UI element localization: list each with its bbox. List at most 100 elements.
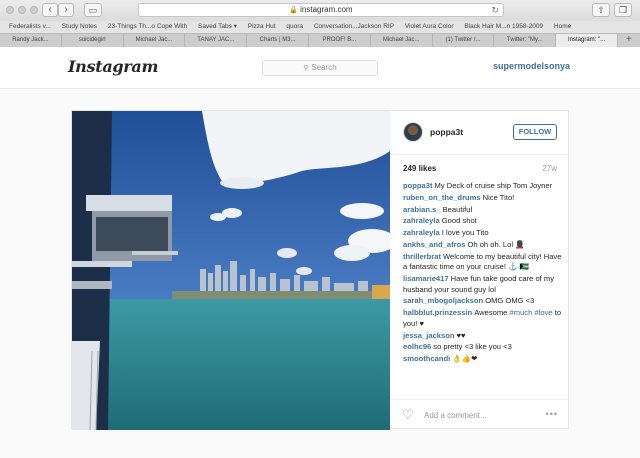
bookmark-item[interactable]: Violet Aura Color [405, 21, 454, 32]
comment-username[interactable]: eolhc96 [403, 342, 431, 351]
reload-icon[interactable]: ↻ [491, 4, 499, 16]
bookmark-item[interactable]: Saved Tabs ▾ [198, 21, 237, 32]
follow-button[interactable]: FOLLOW [513, 124, 557, 140]
comment-item: smoothcandi 👌👍❤ [403, 354, 563, 365]
comment-username[interactable]: thrillerbrat [403, 252, 441, 261]
browser-tab[interactable]: Randy Jack... [0, 34, 62, 47]
bookmark-item[interactable]: Federalists v... [9, 21, 51, 32]
browser-tab-active[interactable]: Instagram: "... [556, 34, 618, 47]
lock-icon: 🔒 [289, 7, 299, 14]
comment-text: Nice Tito! [482, 192, 515, 202]
post-photo[interactable] [72, 111, 390, 430]
comment-text: I love you Tito [441, 228, 489, 238]
sidebar-button[interactable]: ▭ [84, 3, 102, 17]
comment-text: Awesome [474, 308, 510, 318]
bookmark-item[interactable]: 23-Things Th...o Cope With [108, 21, 187, 32]
post-header: poppa3t FOLLOW [390, 111, 570, 155]
browser-tab[interactable]: Twitter: "My... [494, 34, 557, 47]
search-icon: ⚲ [303, 65, 309, 72]
back-button[interactable]: ‹ [42, 3, 58, 17]
tab-bar: Randy Jack... suicidegirl Michael Jac...… [0, 33, 640, 47]
profile-username-link[interactable]: supermodelsonya [493, 61, 570, 71]
search-input[interactable]: ⚲ Search [262, 60, 378, 76]
comment-username[interactable]: zahraleyla [403, 228, 440, 237]
cruise-ship-harbor-photo [72, 111, 390, 430]
address-bar-url: instagram.com [300, 5, 353, 14]
hashtag-link[interactable]: #love [534, 308, 552, 317]
browser-toolbar: ‹ › ▭ 🔒 instagram.com ↻ ⇧ ❐ [0, 0, 640, 21]
post-actions: ♡ Add a comment... ••• [390, 399, 570, 430]
comment-username[interactable]: smoothcandi [403, 354, 450, 363]
browser-tab[interactable]: (1) Twitter /... [433, 34, 495, 47]
forward-button[interactable]: › [58, 3, 74, 17]
hashtag-link[interactable]: #much [510, 308, 533, 317]
comment-text: Oh oh oh. Lol 💂🏿 [467, 239, 525, 249]
bookmark-item[interactable]: Home [554, 21, 571, 32]
comment-username[interactable]: jessa_jackson [403, 331, 455, 340]
browser-tab[interactable]: Charts | M3... [247, 34, 309, 47]
tabs-icon: ❐ [618, 5, 628, 15]
comment-text: 👌👍❤ [452, 354, 478, 364]
comment-username[interactable]: ruben_on_the_drums [403, 193, 481, 202]
address-bar[interactable]: 🔒 instagram.com ↻ [138, 3, 504, 17]
minimize-window-button[interactable] [18, 6, 26, 14]
comment-item: lisamarie417 Have fun take good care of m… [403, 274, 563, 295]
chevron-right-icon: › [64, 4, 68, 15]
new-tab-button[interactable]: + [618, 34, 640, 47]
comment-item: thrillerbrat Welcome to my beautiful city… [403, 252, 563, 273]
browser-tab[interactable]: TANAY JAC... [185, 34, 248, 47]
bookmark-item[interactable]: Black Hair M...n 1958-2009 [464, 21, 543, 32]
browser-tab[interactable]: PROOF! B... [309, 34, 371, 47]
comment-item: arabian.s_ Beautiful [403, 205, 563, 216]
post-card: poppa3t FOLLOW 249 likes 27w poppa3t My D… [71, 110, 570, 430]
add-comment-input[interactable]: Add a comment... [424, 411, 487, 420]
comment-list: poppa3t My Deck of cruise ship Tom Joyner… [403, 181, 563, 401]
zoom-window-button[interactable] [30, 6, 38, 14]
show-tabs-button[interactable]: ❐ [614, 3, 632, 17]
browser-tab[interactable]: Michael Jac... [371, 34, 433, 47]
instagram-logo[interactable]: Instagram [68, 57, 158, 76]
comment-text: so pretty <3 like you <3 [433, 342, 512, 352]
post-age[interactable]: 27w [542, 164, 557, 173]
chevron-left-icon: ‹ [48, 4, 52, 15]
comment-item: ankhs_and_afros Oh oh oh. Lol 💂🏿 [403, 240, 563, 251]
comment-text: Beautiful [442, 204, 473, 214]
search-placeholder: Search [311, 63, 337, 72]
share-icon: ⇧ [597, 5, 605, 15]
comment-item: ruben_on_the_drums Nice Tito! [403, 193, 563, 204]
comment-item: eolhc96 so pretty <3 like you <3 [403, 342, 563, 353]
instagram-header: Instagram ⚲ Search supermodelsonya [0, 47, 640, 89]
comment-text: ♥♥ [456, 330, 466, 340]
comment-username[interactable]: ankhs_and_afros [403, 240, 465, 249]
comment-username[interactable]: poppa3t [403, 181, 433, 190]
comment-text: Good shot [441, 216, 477, 226]
comment-item: jessa_jackson ♥♥ [403, 331, 563, 342]
like-heart-icon[interactable]: ♡ [402, 407, 414, 423]
comment-item: halbblut.prinzessin Awesome #much #love t… [403, 308, 563, 329]
share-button[interactable]: ⇧ [592, 3, 610, 17]
browser-tab[interactable]: Michael Jac... [124, 34, 186, 47]
bookmark-item[interactable]: Study Notes [62, 21, 97, 32]
browser-chrome: ‹ › ▭ 🔒 instagram.com ↻ ⇧ ❐ Federalists v… [0, 0, 640, 47]
bookmark-item[interactable]: Conversation...Jackson RIP [314, 21, 394, 32]
post-sidebar: poppa3t FOLLOW 249 likes 27w poppa3t My D… [390, 111, 570, 430]
comment-username[interactable]: lisamarie417 [403, 274, 449, 283]
bookmark-item[interactable]: Pizza Hut [248, 21, 276, 32]
comment-username[interactable]: arabian.s_ [403, 205, 441, 214]
browser-tab[interactable]: suicidegirl [62, 34, 124, 47]
comment-username[interactable]: zahraleyla [403, 216, 440, 225]
bookmark-item[interactable]: quora [286, 21, 303, 32]
poster-username[interactable]: poppa3t [430, 127, 463, 137]
bookmarks-bar: Federalists v... Study Notes 23-Things T… [0, 21, 640, 32]
like-count[interactable]: 249 likes [403, 164, 436, 173]
more-options-icon[interactable]: ••• [546, 409, 558, 419]
comment-text: My Deck of cruise ship Tom Joyner [434, 181, 553, 190]
comment-username[interactable]: sarah_mbogoljackson [403, 296, 483, 305]
comment-item: zahraleyla Good shot [403, 216, 563, 227]
comment-username[interactable]: halbblut.prinzessin [403, 308, 472, 317]
plus-icon: + [626, 34, 632, 45]
comment-text: OMG OMG <3 [485, 296, 535, 306]
poster-avatar[interactable] [403, 122, 423, 142]
comment-item: poppa3t My Deck of cruise ship Tom Joyner [403, 181, 563, 192]
close-window-button[interactable] [6, 6, 14, 14]
